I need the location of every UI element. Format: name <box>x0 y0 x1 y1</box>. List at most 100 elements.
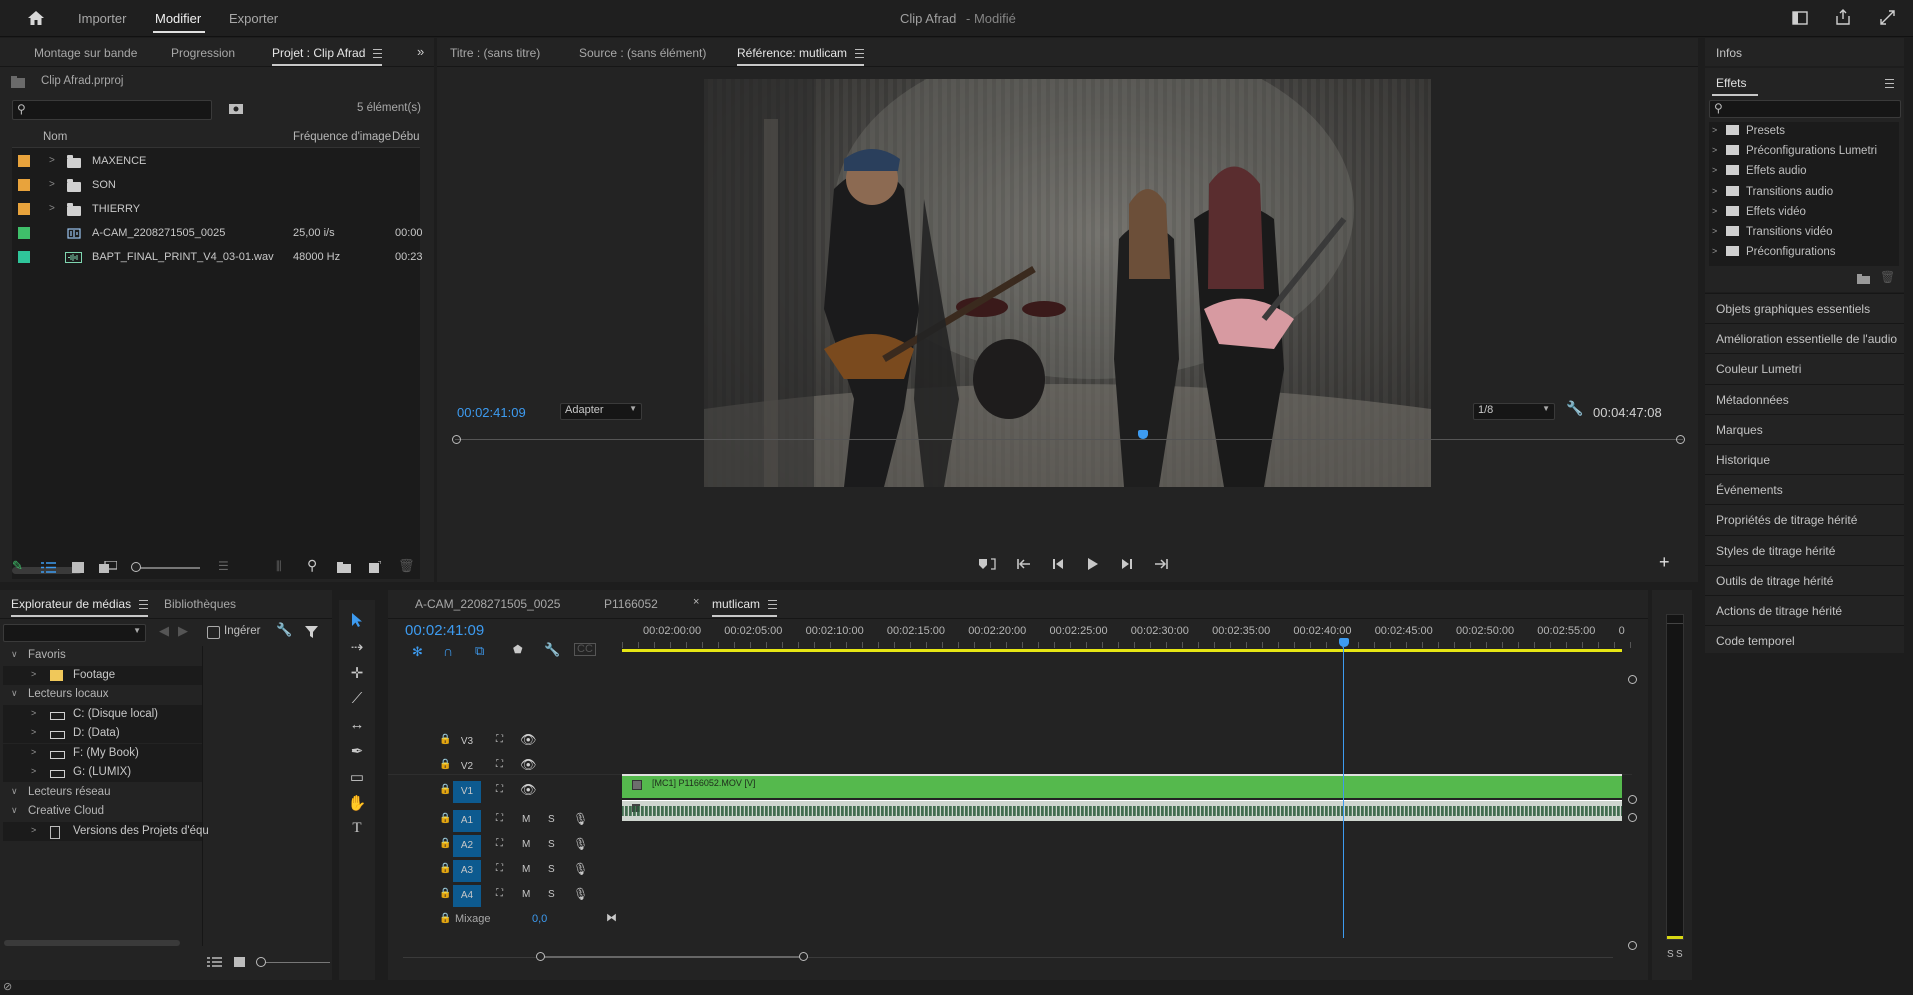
panel-menu-icon[interactable] <box>373 49 383 59</box>
mix-expand-icon[interactable]: ⧓ <box>606 911 617 924</box>
freeform-view-icon[interactable] <box>99 561 117 573</box>
effects-item[interactable]: > Effets audio <box>1709 162 1899 182</box>
right-panel-item[interactable]: Actions de titrage hérité <box>1705 595 1904 626</box>
chevron-right-icon[interactable]: > <box>1712 226 1717 236</box>
status-indicator-icon[interactable]: ⊘ <box>3 980 12 993</box>
nav-import[interactable]: Importer <box>78 11 126 26</box>
new-bin-icon[interactable] <box>337 562 351 573</box>
nav-export[interactable]: Exporter <box>229 11 278 26</box>
wrench-icon[interactable]: 🔧 <box>276 622 292 638</box>
expand-panels-icon[interactable]: » <box>417 44 424 59</box>
col-start[interactable]: Débu <box>392 131 420 143</box>
chevron-down-icon[interactable]: ∨ <box>11 805 18 816</box>
monitor-scrubber[interactable] <box>452 430 1685 446</box>
list-item[interactable]: A-CAM_2208271505_0025 25,00 i/s 00:00 <box>12 222 423 246</box>
vscroll-mid2-handle[interactable] <box>1628 813 1637 822</box>
new-bin-icon[interactable] <box>1857 274 1870 284</box>
effects-item[interactable]: > Transitions audio <box>1709 183 1899 203</box>
scrubber-start-handle[interactable] <box>452 435 461 444</box>
tree-item[interactable]: > Versions des Projets d'équ <box>3 821 209 841</box>
monitor-timecode[interactable]: 00:02:41:09 <box>457 405 526 420</box>
location-select[interactable]: ▼ <box>3 624 146 642</box>
wrench-icon[interactable]: 🔧 <box>544 642 560 658</box>
info-title[interactable]: Infos <box>1716 46 1742 60</box>
pencil-icon[interactable]: ✎ <box>12 558 23 574</box>
time-ruler[interactable]: 00:02:00:00 00:02:05:00 00:02:10:00 00:02:1… <box>622 620 1632 652</box>
chevron-right-icon[interactable]: > <box>1712 186 1717 196</box>
project-search-input[interactable]: ⚲ <box>12 100 212 120</box>
track-target[interactable]: V3 <box>453 731 481 753</box>
tree-item[interactable]: ∨ Favoris <box>3 646 203 665</box>
share-icon[interactable] <box>1835 9 1851 25</box>
panel-menu-icon[interactable] <box>768 600 778 610</box>
tab-project[interactable]: Projet : Clip Afrad <box>272 46 383 66</box>
tab-libraries[interactable]: Bibliothèques <box>164 597 236 611</box>
chevron-right-icon[interactable]: > <box>31 747 36 757</box>
right-panel-item[interactable]: Métadonnées <box>1705 383 1904 415</box>
vscroll-bottom-handle[interactable] <box>1628 941 1637 950</box>
track-select-tool-icon[interactable]: ⇢ <box>339 638 375 656</box>
chevron-right-icon[interactable]: > <box>31 708 36 718</box>
tab-multicam-label[interactable]: mutlicam <box>712 597 760 611</box>
mute-button[interactable]: M <box>522 889 530 900</box>
monitor-playhead[interactable] <box>1137 430 1148 439</box>
effects-item[interactable]: > Préconfigurations Lumetri <box>1709 142 1899 162</box>
microphone-icon[interactable]: 🎙 <box>573 837 588 851</box>
back-arrow-icon[interactable]: ◀ <box>159 623 169 639</box>
filter-icon[interactable] <box>305 626 318 638</box>
snap-nest-icon[interactable]: ✻ <box>412 644 423 660</box>
right-panel-item[interactable]: Événements <box>1705 474 1904 505</box>
effects-item[interactable]: > Transitions vidéo <box>1709 223 1899 243</box>
solo-button[interactable]: S <box>548 839 555 850</box>
tab-sequence-multicam[interactable]: mutlicam <box>712 597 778 617</box>
captions-icon[interactable]: CC <box>574 643 596 656</box>
tree-item[interactable]: > G: (LUMIX) <box>3 763 203 782</box>
list-item[interactable]: > MAXENCE <box>12 150 420 174</box>
linked-selection-icon[interactable]: ⧉ <box>475 643 484 659</box>
sync-lock-icon[interactable]: ⛶ <box>496 888 503 899</box>
media-tree-scrollbar[interactable] <box>4 940 180 946</box>
timeline-playhead[interactable] <box>1339 638 1349 938</box>
mute-button[interactable]: M <box>522 864 530 875</box>
chevron-right-icon[interactable]: > <box>31 727 36 737</box>
right-panel-item[interactable]: Styles de titrage hérité <box>1705 534 1904 566</box>
step-forward-icon[interactable] <box>1122 559 1132 569</box>
media-zoom-handle[interactable] <box>256 957 266 967</box>
zoom-slider-handle[interactable] <box>131 562 141 572</box>
right-panel-item[interactable]: Code temporel <box>1705 625 1904 656</box>
lock-icon[interactable]: 🔒 <box>439 913 451 924</box>
step-back-icon[interactable] <box>1053 559 1063 569</box>
automate-icon[interactable]: ⫼ <box>276 559 282 574</box>
track-target[interactable]: A1 <box>453 810 481 832</box>
right-panel-item[interactable]: Historique <box>1705 444 1904 475</box>
vscroll-mid-handle[interactable] <box>1628 795 1637 804</box>
col-name[interactable]: Nom <box>43 131 67 143</box>
chevron-down-icon[interactable]: ∨ <box>11 688 18 699</box>
fit-select[interactable]: Adapter ▼ <box>560 403 642 420</box>
mix-value[interactable]: 0,0 <box>532 913 547 925</box>
lock-icon[interactable]: 🔒 <box>439 863 451 874</box>
track-target[interactable]: A3 <box>453 860 481 882</box>
video-clip[interactable]: [MC1] P1166052.MOV [V] <box>622 774 1622 798</box>
list-item[interactable]: > THIERRY <box>12 198 420 222</box>
tab-project-label[interactable]: Projet : Clip Afrad <box>272 46 365 60</box>
playhead-handle[interactable] <box>1339 638 1349 647</box>
play-icon[interactable] <box>1088 558 1098 570</box>
trash-icon[interactable]: 🗑 <box>1880 270 1895 284</box>
tree-item[interactable]: > F: (My Book) <box>3 743 203 763</box>
tree-item[interactable]: ∨ Lecteurs locaux <box>3 685 203 704</box>
lock-icon[interactable]: 🔒 <box>439 888 451 899</box>
chevron-right-icon[interactable]: > <box>49 179 55 190</box>
mute-button[interactable]: M <box>522 839 530 850</box>
workspace-icon[interactable] <box>1792 11 1808 25</box>
zoom-slider[interactable] <box>134 567 200 569</box>
chevron-right-icon[interactable]: > <box>1712 206 1717 216</box>
sort-icon[interactable]: ☰ <box>218 559 229 573</box>
sync-lock-icon[interactable]: ⛶ <box>496 838 503 849</box>
microphone-icon[interactable]: 🎙 <box>573 887 588 901</box>
panel-menu-icon[interactable] <box>139 600 149 610</box>
list-view-icon[interactable] <box>41 562 56 573</box>
trash-icon[interactable]: 🗑 <box>398 558 415 574</box>
scrubber-end-handle[interactable] <box>1676 435 1685 444</box>
track-area[interactable]: [MC1] P1166052.MOV [V] <box>622 638 1622 950</box>
